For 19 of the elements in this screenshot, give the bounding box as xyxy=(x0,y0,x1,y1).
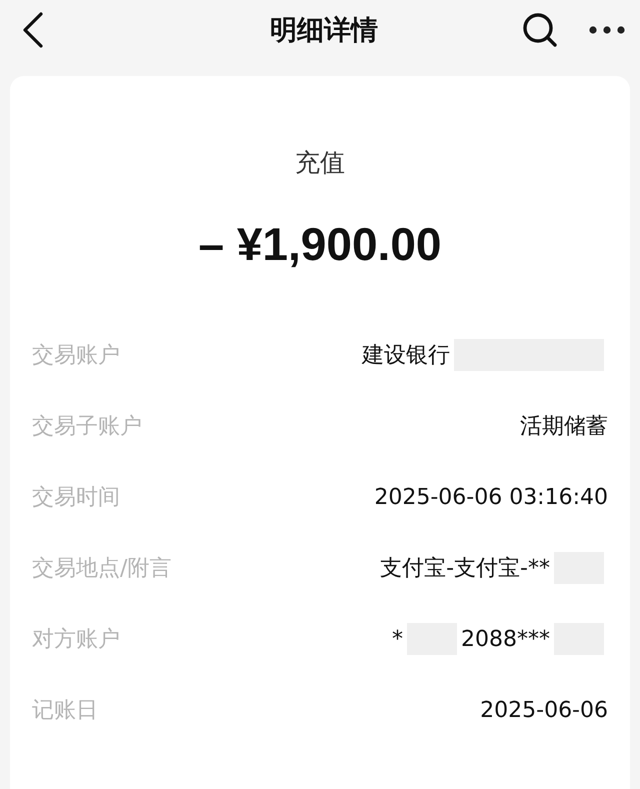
field-label: 交易地点/附言 xyxy=(32,555,172,583)
field-value: 建设银行 xyxy=(362,342,450,370)
page-title: 明细详情 xyxy=(270,14,378,48)
field-value: 支付宝-支付宝-** xyxy=(380,555,550,583)
field-value: 2088*** xyxy=(461,626,550,652)
back-icon[interactable] xyxy=(22,12,44,48)
field-value: 2025-06-06 xyxy=(480,698,608,722)
transaction-amount: – ¥1,900.00 xyxy=(197,217,442,271)
field-label: 交易子账户 xyxy=(32,413,142,441)
transaction-type: 充值 xyxy=(294,147,346,179)
field-label: 交易时间 xyxy=(32,484,120,512)
field-value: * xyxy=(392,626,403,652)
field-value: 2025-06-06 03:16:40 xyxy=(374,484,608,510)
search-icon[interactable] xyxy=(522,12,558,48)
field-label: 交易账户 xyxy=(32,342,120,370)
field-value: 活期储蓄 xyxy=(520,413,608,441)
field-label: 记账日 xyxy=(32,697,98,725)
field-label: 对方账户 xyxy=(32,626,120,654)
more-icon[interactable] xyxy=(588,25,626,35)
